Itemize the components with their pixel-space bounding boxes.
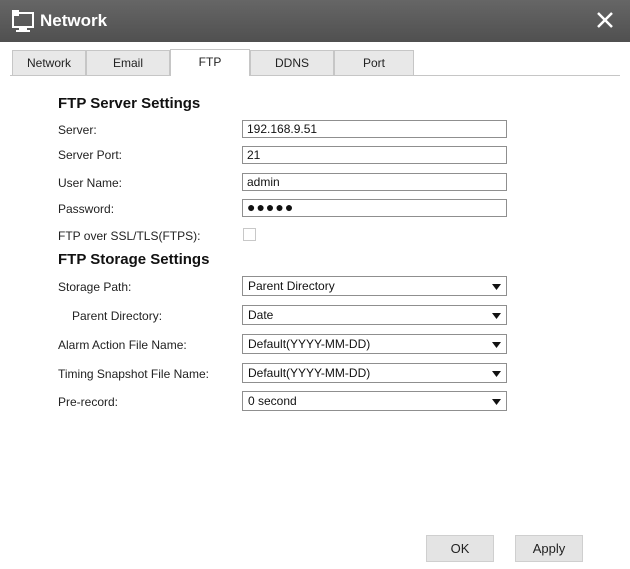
dropdown-arrow-icon xyxy=(492,399,501,405)
dropdown-arrow-icon xyxy=(492,284,501,290)
pre-record-select[interactable]: 0 second xyxy=(242,391,507,411)
ftp-settings-panel: FTP Server Settings Server: 192.168.9.51… xyxy=(10,77,622,569)
parent-directory-label: Parent Directory: xyxy=(72,309,163,323)
alarm-file-name-value: Default(YYYY-MM-DD) xyxy=(248,337,371,351)
apply-button[interactable]: Apply xyxy=(515,535,583,562)
alarm-file-name-select[interactable]: Default(YYYY-MM-DD) xyxy=(242,334,507,354)
parent-directory-value: Date xyxy=(248,308,274,322)
ftp-storage-settings-title: FTP Storage Settings xyxy=(58,251,210,268)
tab-strip: Network Email FTP DDNS Port xyxy=(0,42,630,77)
ftps-checkbox[interactable] xyxy=(243,228,256,241)
password-label: Password: xyxy=(58,202,115,216)
network-monitor-icon xyxy=(12,10,34,32)
pre-record-label: Pre-record: xyxy=(58,395,119,409)
timing-snapshot-select[interactable]: Default(YYYY-MM-DD) xyxy=(242,363,507,383)
ftp-server-settings-title: FTP Server Settings xyxy=(58,95,201,112)
dropdown-arrow-icon xyxy=(492,371,501,377)
storage-path-value: Parent Directory xyxy=(248,279,335,293)
title-bar: Network xyxy=(0,0,630,42)
storage-path-select[interactable]: Parent Directory xyxy=(242,276,507,296)
dropdown-arrow-icon xyxy=(492,313,501,319)
server-port-label: Server Port: xyxy=(58,148,123,162)
server-label: Server: xyxy=(58,123,97,137)
window-title: Network xyxy=(40,11,108,30)
pre-record-value: 0 second xyxy=(248,394,297,408)
tab-ftp[interactable]: FTP xyxy=(170,49,250,76)
server-port-input[interactable]: 21 xyxy=(242,146,507,164)
close-icon[interactable] xyxy=(594,9,616,31)
username-input[interactable]: admin xyxy=(242,173,507,191)
ftps-label: FTP over SSL/TLS(FTPS): xyxy=(58,229,201,243)
tab-divider xyxy=(10,75,620,76)
dropdown-arrow-icon xyxy=(492,342,501,348)
timing-snapshot-value: Default(YYYY-MM-DD) xyxy=(248,366,371,380)
tab-network[interactable]: Network xyxy=(12,50,86,75)
timing-snapshot-label: Timing Snapshot File Name: xyxy=(58,367,209,381)
alarm-file-name-label: Alarm Action File Name: xyxy=(58,338,187,352)
username-label: User Name: xyxy=(58,176,123,190)
ok-button[interactable]: OK xyxy=(426,535,494,562)
tab-email[interactable]: Email xyxy=(86,50,170,75)
server-input[interactable]: 192.168.9.51 xyxy=(242,120,507,138)
password-input[interactable]: ●●●●● xyxy=(242,199,507,217)
storage-path-label: Storage Path: xyxy=(58,280,132,294)
tab-port[interactable]: Port xyxy=(334,50,414,75)
parent-directory-select[interactable]: Date xyxy=(242,305,507,325)
tab-ddns[interactable]: DDNS xyxy=(250,50,334,75)
